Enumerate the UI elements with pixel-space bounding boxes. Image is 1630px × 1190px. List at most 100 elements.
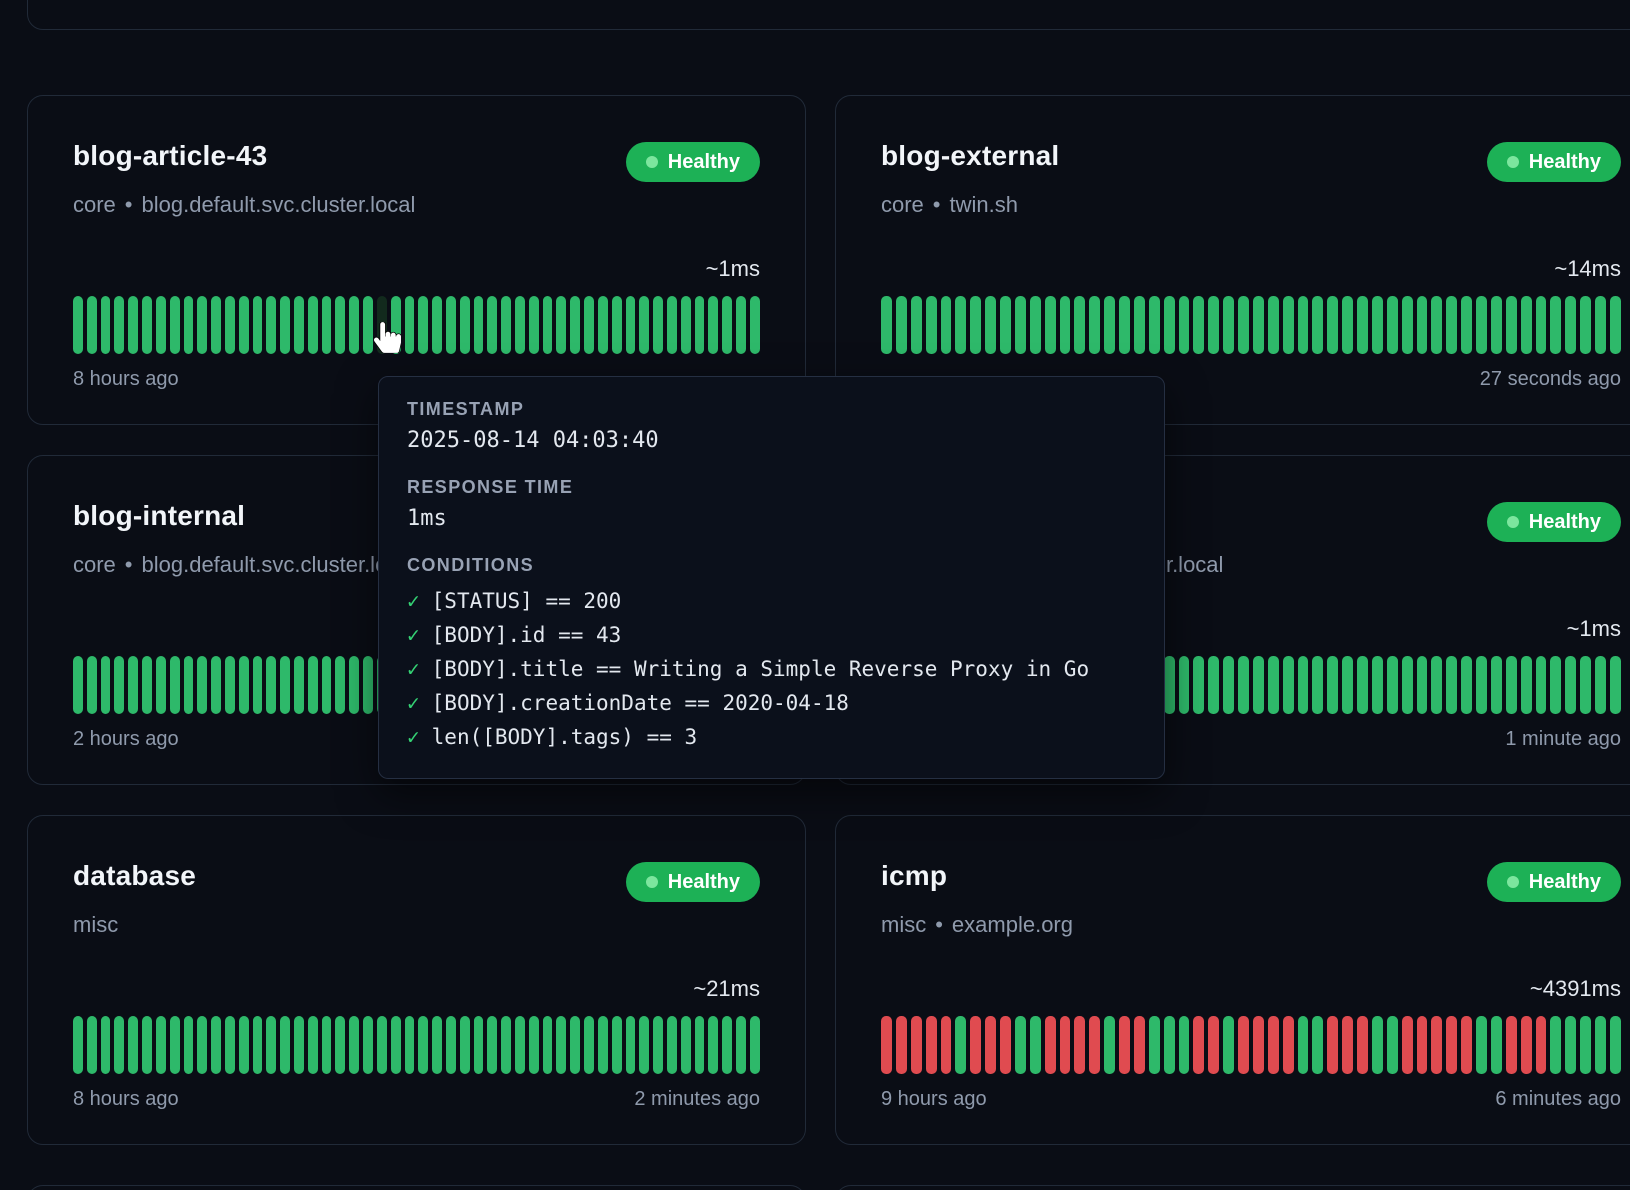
uptime-bar[interactable] bbox=[101, 1016, 111, 1074]
uptime-bar[interactable] bbox=[1521, 296, 1532, 354]
uptime-bar[interactable] bbox=[1431, 1016, 1442, 1074]
uptime-bar[interactable] bbox=[1357, 656, 1368, 714]
uptime-bar[interactable] bbox=[1208, 296, 1219, 354]
uptime-bar[interactable] bbox=[626, 296, 636, 354]
uptime-bar[interactable] bbox=[1387, 296, 1398, 354]
uptime-bar[interactable] bbox=[1268, 656, 1279, 714]
uptime-bar[interactable] bbox=[1060, 296, 1071, 354]
uptime-bar[interactable] bbox=[1565, 296, 1576, 354]
uptime-bar[interactable] bbox=[1431, 656, 1442, 714]
uptime-bar[interactable] bbox=[926, 296, 937, 354]
uptime-bar[interactable] bbox=[211, 296, 221, 354]
uptime-bar[interactable] bbox=[280, 1016, 290, 1074]
uptime-bar[interactable] bbox=[87, 296, 97, 354]
uptime-bar[interactable] bbox=[1580, 656, 1591, 714]
uptime-bar[interactable] bbox=[349, 296, 359, 354]
uptime-bar[interactable] bbox=[142, 656, 152, 714]
uptime-bar[interactable] bbox=[101, 656, 111, 714]
uptime-bar[interactable] bbox=[1491, 296, 1502, 354]
uptime-bar[interactable] bbox=[1134, 1016, 1145, 1074]
uptime-bar[interactable] bbox=[1253, 296, 1264, 354]
uptime-bar[interactable] bbox=[487, 296, 497, 354]
uptime-bar[interactable] bbox=[1164, 656, 1175, 714]
uptime-bar[interactable] bbox=[1327, 296, 1338, 354]
uptime-bar[interactable] bbox=[377, 1016, 387, 1074]
uptime-bar[interactable] bbox=[1179, 296, 1190, 354]
uptime-bar[interactable] bbox=[1461, 296, 1472, 354]
uptime-bar[interactable] bbox=[114, 1016, 124, 1074]
uptime-bar[interactable] bbox=[1298, 296, 1309, 354]
uptime-bar[interactable] bbox=[1045, 1016, 1056, 1074]
uptime-bar[interactable] bbox=[1357, 1016, 1368, 1074]
uptime-bar[interactable] bbox=[253, 296, 263, 354]
uptime-bar[interactable] bbox=[1149, 296, 1160, 354]
uptime-bar[interactable] bbox=[570, 296, 580, 354]
uptime-bar-chart[interactable] bbox=[881, 1016, 1621, 1074]
uptime-bar[interactable] bbox=[322, 656, 332, 714]
uptime-bar[interactable] bbox=[1223, 656, 1234, 714]
uptime-bar[interactable] bbox=[1312, 656, 1323, 714]
uptime-bar[interactable] bbox=[114, 296, 124, 354]
uptime-bar[interactable] bbox=[487, 1016, 497, 1074]
uptime-bar[interactable] bbox=[1015, 1016, 1026, 1074]
uptime-bar[interactable] bbox=[941, 1016, 952, 1074]
uptime-bar[interactable] bbox=[1298, 656, 1309, 714]
uptime-bar[interactable] bbox=[736, 296, 746, 354]
uptime-bar[interactable] bbox=[1431, 296, 1442, 354]
uptime-bar[interactable] bbox=[1312, 296, 1323, 354]
uptime-bar[interactable] bbox=[1550, 296, 1561, 354]
uptime-bar[interactable] bbox=[881, 296, 892, 354]
uptime-bar[interactable] bbox=[1417, 1016, 1428, 1074]
uptime-bar[interactable] bbox=[1506, 1016, 1517, 1074]
uptime-bar[interactable] bbox=[1476, 296, 1487, 354]
uptime-bar[interactable] bbox=[955, 296, 966, 354]
uptime-bar[interactable] bbox=[1610, 656, 1621, 714]
uptime-bar[interactable] bbox=[184, 656, 194, 714]
uptime-bar[interactable] bbox=[911, 296, 922, 354]
uptime-bar[interactable] bbox=[225, 296, 235, 354]
uptime-bar[interactable] bbox=[708, 1016, 718, 1074]
uptime-bar[interactable] bbox=[1208, 1016, 1219, 1074]
uptime-bar[interactable] bbox=[543, 1016, 553, 1074]
uptime-bar[interactable] bbox=[1595, 296, 1606, 354]
uptime-bar[interactable] bbox=[184, 296, 194, 354]
uptime-bar[interactable] bbox=[211, 656, 221, 714]
uptime-bar[interactable] bbox=[1060, 1016, 1071, 1074]
uptime-bar[interactable] bbox=[1089, 296, 1100, 354]
uptime-bar[interactable] bbox=[681, 1016, 691, 1074]
uptime-bar[interactable] bbox=[266, 296, 276, 354]
uptime-bar[interactable] bbox=[1253, 656, 1264, 714]
uptime-bar[interactable] bbox=[1565, 1016, 1576, 1074]
uptime-bar[interactable] bbox=[460, 1016, 470, 1074]
uptime-bar[interactable] bbox=[911, 1016, 922, 1074]
uptime-bar[interactable] bbox=[529, 296, 539, 354]
uptime-bar[interactable] bbox=[1208, 656, 1219, 714]
uptime-bar[interactable] bbox=[1536, 656, 1547, 714]
uptime-bar[interactable] bbox=[156, 656, 166, 714]
uptime-bar[interactable] bbox=[1580, 296, 1591, 354]
uptime-bar[interactable] bbox=[1536, 296, 1547, 354]
uptime-bar[interactable] bbox=[1565, 656, 1576, 714]
uptime-bar[interactable] bbox=[543, 296, 553, 354]
card-partial-top[interactable] bbox=[27, 0, 1630, 30]
uptime-bar[interactable] bbox=[1268, 1016, 1279, 1074]
uptime-bar[interactable] bbox=[750, 1016, 760, 1074]
uptime-bar[interactable] bbox=[128, 296, 138, 354]
uptime-bar[interactable] bbox=[266, 1016, 276, 1074]
uptime-bar[interactable] bbox=[1119, 296, 1130, 354]
uptime-bar[interactable] bbox=[1491, 1016, 1502, 1074]
uptime-bar[interactable] bbox=[626, 1016, 636, 1074]
uptime-bar[interactable] bbox=[1164, 1016, 1175, 1074]
uptime-bar[interactable] bbox=[1030, 1016, 1041, 1074]
uptime-bar[interactable] bbox=[1074, 296, 1085, 354]
uptime-bar[interactable] bbox=[1327, 1016, 1338, 1074]
uptime-bar[interactable] bbox=[598, 1016, 608, 1074]
uptime-bar[interactable] bbox=[1402, 1016, 1413, 1074]
uptime-bar[interactable] bbox=[1595, 1016, 1606, 1074]
uptime-bar[interactable] bbox=[1357, 296, 1368, 354]
uptime-bar-chart[interactable] bbox=[73, 296, 760, 354]
uptime-bar[interactable] bbox=[73, 1016, 83, 1074]
uptime-bar[interactable] bbox=[1238, 296, 1249, 354]
uptime-bar[interactable] bbox=[584, 1016, 594, 1074]
uptime-bar[interactable] bbox=[955, 1016, 966, 1074]
